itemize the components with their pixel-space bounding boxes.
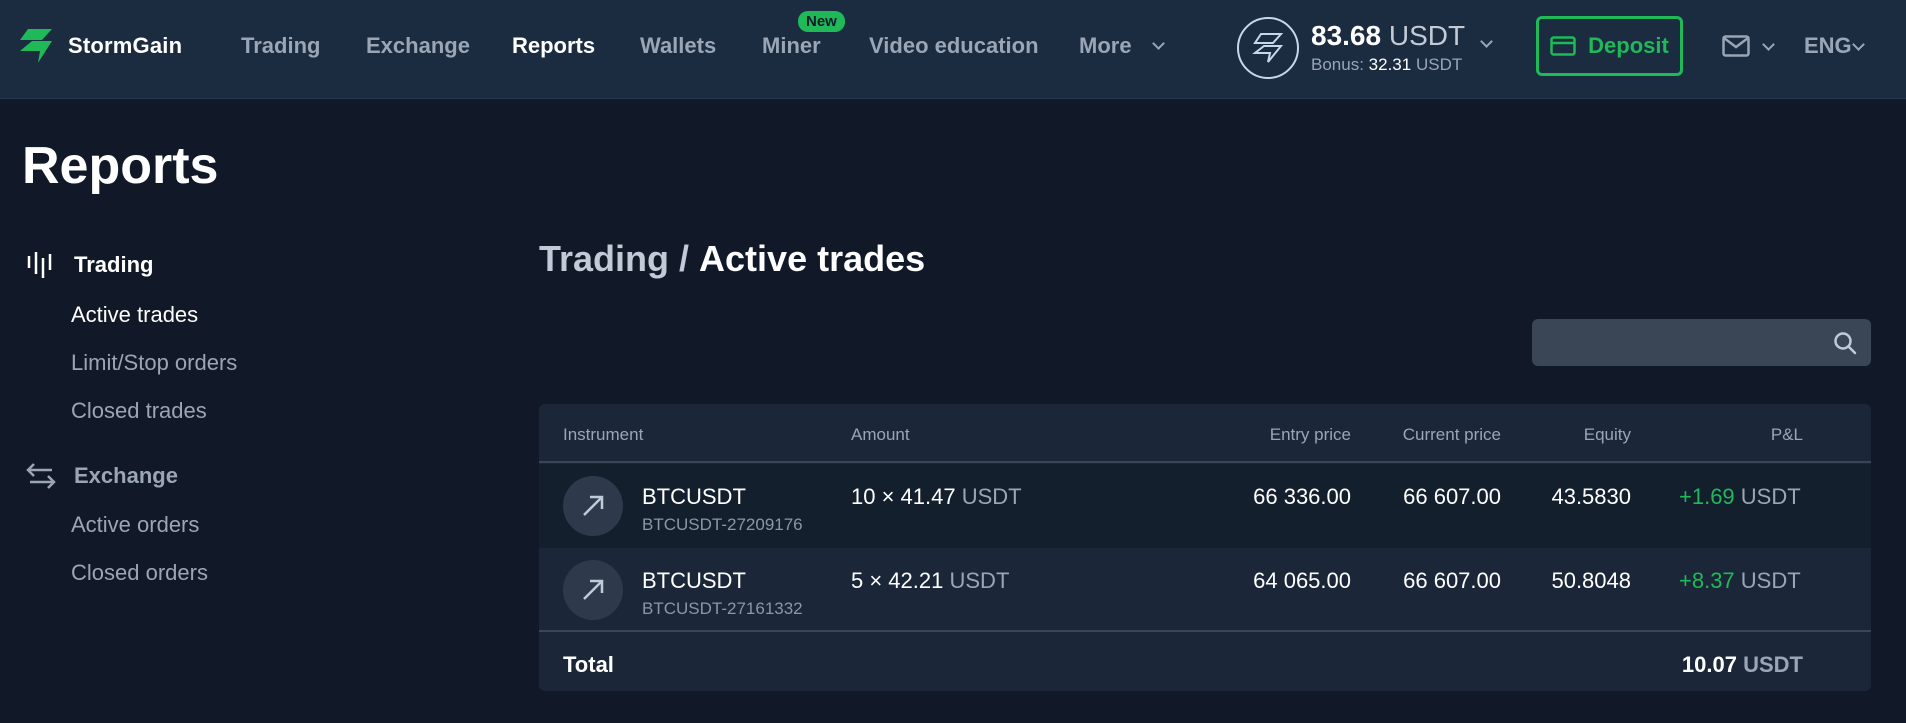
equity-cell: 43.5830 [1551,484,1631,509]
amount-value: 10 × 41.47 [851,484,956,509]
sidebar-section-exchange-label: Exchange [74,463,178,488]
column-header-pnl[interactable]: P&L [1771,425,1803,445]
current-price-cell: 66 607.00 [1403,484,1501,509]
nav-reports[interactable]: Reports [512,33,595,59]
amount-cell: 5 × 42.21 USDT [851,568,1009,594]
sidebar-item-closed-orders[interactable]: Closed orders [71,560,208,586]
instrument-name: BTCUSDT [642,484,746,509]
column-header-entry-price[interactable]: Entry price [1270,425,1351,445]
entry-price-cell: 64 065.00 [1253,568,1351,593]
stormgain-logo-icon [20,29,52,63]
nav-more[interactable]: More [1079,33,1165,59]
nav-wallets[interactable]: Wallets [640,33,716,59]
deposit-button[interactable]: Deposit [1536,16,1683,76]
total-currency: USDT [1743,652,1803,677]
active-trades-table: Instrument Amount Entry price Current pr… [539,404,1871,691]
sidebar-item-active-orders[interactable]: Active orders [71,512,199,538]
arrow-up-right-icon [583,495,604,516]
search-box[interactable] [1532,319,1871,366]
sidebar-section-trading-label: Trading [74,252,154,277]
balance-currency: USDT [1388,20,1466,51]
total-amount: 10.07 [1681,652,1737,677]
mail-dropdown-chevron-icon[interactable] [1762,38,1775,51]
search-icon[interactable] [1833,331,1857,355]
search-input[interactable] [1532,319,1871,366]
pnl-value: +1.69 [1679,484,1735,509]
breadcrumb-current: Active trades [699,238,926,279]
nav-trading[interactable]: Trading [241,33,320,59]
nav-video-education[interactable]: Video education [869,33,1039,59]
bonus-currency: USDT [1415,55,1463,74]
instrument-name: BTCUSDT [642,568,746,593]
bonus-label: Bonus: [1311,55,1364,74]
arrow-up-right-icon [583,579,604,600]
column-header-equity[interactable]: Equity [1584,425,1631,445]
amount-value: 5 × 42.21 [851,568,944,593]
breadcrumb: Trading / Active trades [539,238,925,280]
logo[interactable]: StormGain [18,29,182,63]
amount-cell: 10 × 41.47 USDT [851,484,1022,510]
sidebar-item-active-trades[interactable]: Active trades [71,302,198,328]
trade-direction-icon [563,560,623,620]
balance-value: 83.68 [1311,20,1382,51]
swap-arrows-icon [26,463,56,489]
bonus-value: 32.31 [1368,55,1412,74]
sidebar-item-limit-stop-orders[interactable]: Limit/Stop orders [71,350,237,376]
trade-direction-icon [563,476,623,536]
amount-currency: USDT [961,484,1022,509]
page-title: Reports [22,137,219,195]
total-value: 10.07 USDT [1682,652,1803,678]
table-row[interactable]: BTCUSDT BTCUSDT-27161332 5 × 42.21 USDT … [539,548,1871,632]
total-label: Total [563,652,614,677]
top-navigation-bar: StormGain Trading Exchange Reports Walle… [0,0,1906,99]
current-price-cell: 66 607.00 [1403,568,1501,593]
pnl-cell: +8.37 USDT [1679,568,1801,594]
balance-icon[interactable] [1237,17,1299,79]
language-chevron-icon[interactable] [1852,38,1865,51]
column-header-instrument[interactable]: Instrument [563,425,643,445]
balance-dropdown-chevron-icon[interactable] [1480,35,1493,48]
breadcrumb-parent[interactable]: Trading [539,238,669,279]
nav-miner[interactable]: Miner [762,33,821,59]
chevron-down-icon [1151,37,1165,50]
candlestick-icon [27,252,52,278]
trade-id: BTCUSDT-27209176 [642,515,803,534]
trade-id: BTCUSDT-27161332 [642,599,803,618]
sidebar-item-closed-trades[interactable]: Closed trades [71,398,207,424]
mail-icon[interactable] [1722,35,1750,57]
pnl-currency: USDT [1740,568,1801,593]
pnl-cell: +1.69 USDT [1679,484,1801,510]
stormgain-coin-icon [1252,33,1284,63]
pnl-currency: USDT [1740,484,1801,509]
column-header-current-price[interactable]: Current price [1403,425,1501,445]
deposit-label: Deposit [1588,33,1669,58]
nav-more-label: More [1079,33,1132,58]
equity-cell: 50.8048 [1551,568,1631,593]
sidebar-section-trading[interactable]: Trading [26,252,153,278]
language-selector[interactable]: ENG [1804,33,1852,59]
balance-amount[interactable]: 83.68 USDT [1311,20,1465,52]
amount-currency: USDT [949,568,1010,593]
sidebar-section-exchange[interactable]: Exchange [26,462,178,490]
entry-price-cell: 66 336.00 [1253,484,1351,509]
new-badge: New [798,11,845,32]
column-header-amount[interactable]: Amount [851,425,910,445]
table-header: Instrument Amount Entry price Current pr… [539,404,1871,463]
card-icon [1550,36,1576,56]
nav-exchange[interactable]: Exchange [366,33,470,59]
logo-text: StormGain [68,33,183,58]
pnl-value: +8.37 [1679,568,1735,593]
table-row[interactable]: BTCUSDT BTCUSDT-27209176 10 × 41.47 USDT… [539,464,1871,548]
breadcrumb-separator: / [679,238,690,279]
bonus-balance: Bonus: 32.31 USDT [1311,55,1462,75]
